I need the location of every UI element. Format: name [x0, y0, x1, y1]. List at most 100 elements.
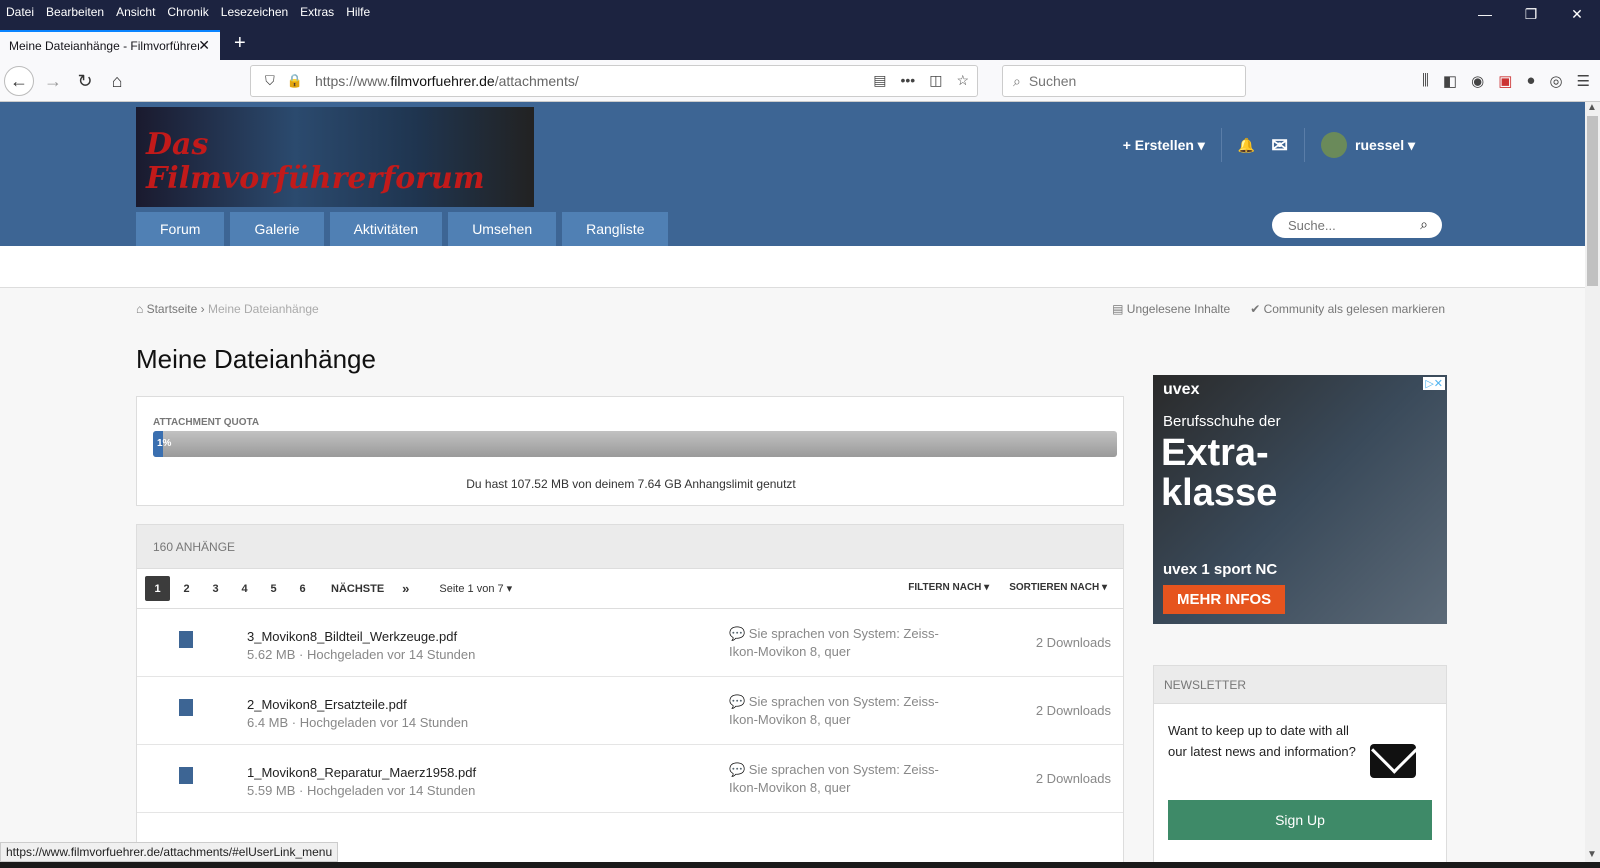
attachment-meta: 5.59 MB · Hochgeladen vor 14 Stunden — [247, 783, 476, 798]
user-menu-link[interactable]: ruessel ▾ — [1355, 137, 1415, 154]
reader-view-icon[interactable]: ▤ — [873, 72, 886, 89]
mark-read-link[interactable]: ✔ Community als gelesen markieren — [1250, 302, 1445, 316]
ad-choices-icon[interactable]: ▷✕ — [1423, 377, 1445, 390]
nav-umsehen[interactable]: Umsehen — [448, 212, 557, 246]
download-count: 2 Downloads — [1035, 703, 1111, 718]
sort-dropdown[interactable]: SORTIEREN NACH ▾ — [1009, 582, 1107, 593]
page-title: Meine Dateianhänge — [136, 344, 376, 374]
menu-hilfe[interactable]: Hilfe — [346, 5, 370, 19]
attachment-meta: 6.4 MB · Hochgeladen vor 14 Stunden — [247, 715, 469, 730]
table-row: 1_Movikon8_Reparatur_Maerz1958.pdf 5.59 … — [137, 745, 1123, 813]
pagination: 1 2 3 4 5 6 NÄCHSTE » Seite 1 von 7 ▾ FI… — [137, 569, 1123, 609]
page-3[interactable]: 3 — [203, 576, 228, 601]
tab-attachments[interactable]: Meine Dateianhänge - Filmvorführer ✕ — [0, 30, 220, 60]
page-jump-dropdown[interactable]: Seite 1 von 7 ▾ — [439, 582, 512, 595]
file-icon — [179, 699, 193, 716]
download-count: 2 Downloads — [1035, 771, 1111, 786]
nav-rangliste[interactable]: Rangliste — [562, 212, 669, 246]
url-text[interactable]: https://www.filmvorfuehrer.de/attachment… — [315, 73, 579, 89]
extension-2-icon[interactable]: ● — [1526, 72, 1535, 90]
ad-tagline: Berufsschuhe der — [1163, 413, 1281, 430]
attachments-count-header: 160 ANHÄNGE — [137, 525, 1123, 569]
menu-ansicht[interactable]: Ansicht — [116, 5, 155, 19]
more-actions-icon[interactable]: ••• — [900, 72, 915, 89]
next-page-button[interactable]: NÄCHSTE — [331, 583, 384, 595]
page-2[interactable]: 2 — [174, 576, 199, 601]
shield-icon[interactable]: ⛉ — [265, 73, 275, 89]
page-1[interactable]: 1 — [145, 576, 170, 601]
browser-search-bar[interactable]: ⌕ — [1002, 65, 1246, 97]
breadcrumb-home[interactable]: Startseite — [147, 302, 198, 316]
ad-cta-button[interactable]: MEHR INFOS — [1163, 585, 1286, 614]
nav-aktivitaeten[interactable]: Aktivitäten — [329, 212, 443, 246]
browser-search-input[interactable] — [1028, 73, 1229, 89]
avatar[interactable] — [1321, 132, 1348, 158]
home-icon[interactable]: ⌂ — [136, 302, 143, 316]
ad-product: uvex 1 sport NC — [1163, 561, 1278, 578]
tab-bar: Meine Dateianhänge - Filmvorführer ✕ + — [0, 24, 1600, 60]
create-button[interactable]: + Erstellen ▾ — [1123, 137, 1205, 154]
nav-forum[interactable]: Forum — [136, 212, 225, 246]
home-button[interactable]: ⌂ — [102, 66, 132, 96]
newsletter-widget: NEWSLETTER Want to keep up to date with … — [1153, 665, 1447, 865]
menu-lesezeichen[interactable]: Lesezeichen — [221, 5, 288, 19]
site-search[interactable]: ⌕ — [1272, 212, 1442, 238]
unread-content-link[interactable]: ▤ Ungelesene Inhalte — [1112, 302, 1230, 316]
url-actions: ▤ ••• ◫ ☆ — [873, 72, 969, 89]
url-bar[interactable]: ⛉ 🔒 https://www.filmvorfuehrer.de/attach… — [250, 65, 978, 97]
menu-extras[interactable]: Extras — [300, 5, 334, 19]
sidebar-icon[interactable]: ◧ — [1443, 72, 1457, 90]
attachment-name-link[interactable]: 1_Movikon8_Reparatur_Maerz1958.pdf — [247, 765, 476, 780]
attachments-list: 160 ANHÄNGE 1 2 3 4 5 6 NÄCHSTE » Seite … — [136, 524, 1124, 868]
pocket-icon[interactable]: ◫ — [929, 72, 942, 89]
advertisement-banner[interactable]: uvex ▷✕ Berufsschuhe der Extra-klasse uv… — [1153, 375, 1447, 624]
menu-bearbeiten[interactable]: Bearbeiten — [46, 5, 104, 19]
scroll-up-icon[interactable]: ▲ — [1587, 102, 1597, 113]
menu-datei[interactable]: Datei — [6, 5, 34, 19]
page-6[interactable]: 6 — [290, 576, 315, 601]
newsletter-header: NEWSLETTER — [1154, 666, 1446, 704]
attachment-name-link[interactable]: 3_Movikon8_Bildteil_Werkzeuge.pdf — [247, 629, 457, 644]
scroll-down-icon[interactable]: ▼ — [1587, 849, 1597, 860]
extension-3-icon[interactable]: ◎ — [1549, 72, 1562, 90]
library-icon[interactable]: ⫼ — [1422, 72, 1429, 90]
search-icon[interactable]: ⌕ — [1420, 216, 1428, 233]
sign-up-button[interactable]: Sign Up — [1168, 800, 1432, 840]
breadcrumb: ⌂ Startseite › Meine Dateianhänge — [136, 302, 319, 316]
scrollbar-thumb[interactable] — [1587, 116, 1598, 286]
extension-icon[interactable]: ▣ — [1498, 72, 1512, 90]
attachment-context-link[interactable]: 💬 Sie sprachen von System: Zeiss-Ikon-Mo… — [729, 693, 949, 729]
hamburger-menu-icon[interactable]: ☰ — [1577, 72, 1590, 90]
site-search-input[interactable] — [1288, 217, 1408, 233]
file-icon — [179, 767, 193, 784]
forward-button[interactable]: → — [38, 66, 68, 96]
messages-envelope-icon[interactable]: ✉ — [1271, 133, 1288, 158]
divider — [1304, 128, 1306, 162]
navigation-toolbar: ← → ↻ ⌂ ⛉ 🔒 https://www.filmvorfuehrer.d… — [0, 60, 1600, 102]
tab-title: Meine Dateianhänge - Filmvorführer — [9, 39, 199, 53]
page-4[interactable]: 4 — [232, 576, 257, 601]
site-logo[interactable]: Das Filmvorführerforum — [136, 107, 534, 207]
bookmark-star-icon[interactable]: ☆ — [956, 72, 969, 89]
filter-dropdown[interactable]: FILTERN NACH ▾ — [908, 582, 989, 593]
nav-galerie[interactable]: Galerie — [230, 212, 324, 246]
attachment-context-link[interactable]: 💬 Sie sprachen von System: Zeiss-Ikon-Mo… — [729, 625, 949, 661]
activity-links: ▤ Ungelesene Inhalte ✔ Community als gel… — [1112, 302, 1445, 316]
page-5[interactable]: 5 — [261, 576, 286, 601]
ad-headline: Extra-klasse — [1161, 432, 1278, 514]
back-button[interactable]: ← — [4, 66, 34, 96]
last-page-button[interactable]: » — [402, 581, 409, 596]
attachment-context-link[interactable]: 💬 Sie sprachen von System: Zeiss-Ikon-Mo… — [729, 761, 949, 797]
main-navigation: Forum Galerie Aktivitäten Umsehen Rangli… — [136, 212, 669, 246]
account-icon[interactable]: ◉ — [1471, 72, 1484, 90]
lock-icon[interactable]: 🔒 — [287, 73, 303, 89]
envelope-icon — [1370, 744, 1416, 778]
page-scrollbar[interactable]: ▲ ▼ — [1585, 102, 1600, 868]
menu-chronik[interactable]: Chronik — [167, 5, 208, 19]
reload-button[interactable]: ↻ — [70, 66, 100, 96]
new-tab-button[interactable]: + — [234, 32, 246, 55]
attachment-name-link[interactable]: 2_Movikon8_Ersatzteile.pdf — [247, 697, 407, 712]
quota-progress-bar: 1% — [153, 431, 1117, 457]
tab-close-icon[interactable]: ✕ — [198, 37, 210, 54]
notifications-bell-icon[interactable]: 🔔 — [1238, 137, 1255, 154]
